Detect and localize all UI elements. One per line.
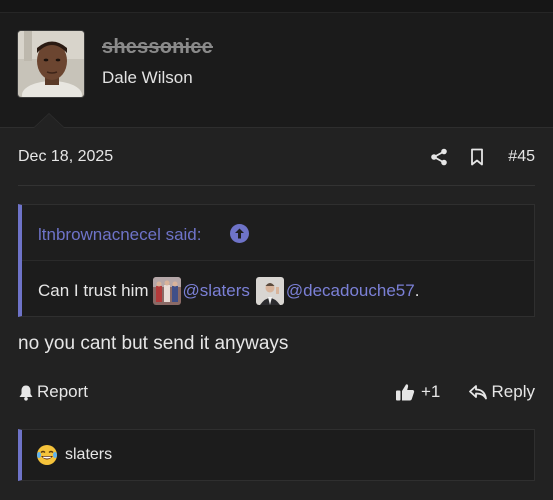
report-label: Report <box>37 382 89 401</box>
reactions-bar[interactable]: slaters <box>18 429 535 481</box>
thumbs-up-icon <box>395 382 415 402</box>
report-button[interactable]: Report <box>18 382 88 402</box>
post-footer: Report +1 Reply <box>18 381 535 405</box>
reaction-users[interactable]: slaters <box>65 446 112 464</box>
post-body: Dec 18, 2025 #45 ltnbrownacnecel said: C… <box>0 127 553 500</box>
mention-link[interactable]: @decadouche57 <box>286 281 415 301</box>
user-title: Dale Wilson <box>102 68 193 87</box>
share-icon[interactable] <box>428 146 450 168</box>
quote-header: ltnbrownacnecel said: <box>22 205 534 261</box>
bookmark-icon[interactable] <box>466 146 488 168</box>
post-message: no you cant but send it anyways <box>18 333 289 354</box>
quote-block: ltnbrownacnecel said: Can I trust him @s… <box>18 204 535 317</box>
user-arrow-inner <box>34 114 64 128</box>
like-count: +1 <box>421 382 441 401</box>
reply-button[interactable]: Reply <box>468 382 535 402</box>
post-date[interactable]: Dec 18, 2025 <box>18 148 113 166</box>
slaters-avatar <box>152 277 181 305</box>
jump-to-quote-icon[interactable] <box>230 224 249 243</box>
laughing-tears-emoji-icon <box>36 444 58 466</box>
message-user-header: shessonice Dale Wilson <box>0 13 553 127</box>
like-button[interactable]: +1 <box>395 382 440 402</box>
bell-icon <box>18 384 34 401</box>
user-avatar[interactable] <box>17 30 85 98</box>
post-number[interactable]: #45 <box>508 148 535 166</box>
divider <box>18 185 535 186</box>
quote-text-end: . <box>414 281 420 300</box>
reply-arrow-icon <box>468 384 487 400</box>
mention-link[interactable]: @slaters <box>183 281 250 301</box>
quote-content: Can I trust him @slaters @decadouche57 . <box>38 277 419 305</box>
decadouche57-avatar <box>255 277 284 305</box>
username[interactable]: shessonice <box>102 36 213 59</box>
quote-author[interactable]: ltnbrownacnecel said: <box>38 225 201 245</box>
reply-label: Reply <box>491 382 535 401</box>
top-bar <box>0 0 553 13</box>
post-header-actions: #45 <box>412 146 535 168</box>
quote-text: Can I trust him <box>38 281 149 300</box>
